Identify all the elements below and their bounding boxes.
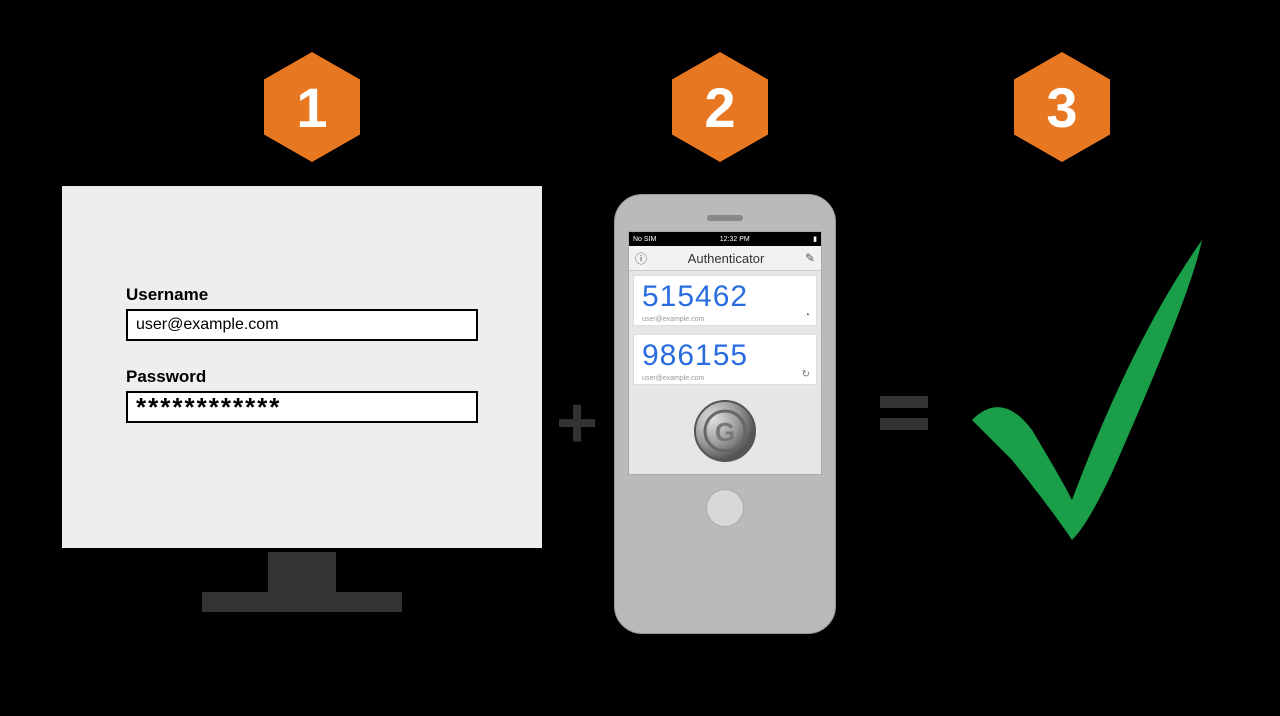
username-input[interactable]: user@example.com: [126, 309, 478, 341]
step-number: 1: [296, 75, 327, 140]
username-label: Username: [126, 285, 478, 305]
info-icon[interactable]: ⓘ: [635, 250, 647, 267]
username-value: user@example.com: [136, 316, 279, 334]
app-title: Authenticator: [647, 251, 805, 266]
phone: No SIM 12:32 PM ▮ ⓘ Authenticator ✎ 5154…: [614, 194, 836, 634]
auth-code: 515462: [642, 280, 808, 314]
step-badge-3: 3: [1014, 52, 1110, 162]
plus-operator: +: [556, 382, 598, 464]
auth-code: 986155: [642, 339, 808, 373]
password-input[interactable]: ************: [126, 391, 478, 423]
monitor-neck: [268, 552, 336, 592]
password-label: Password: [126, 367, 478, 387]
step-number: 3: [1046, 75, 1077, 140]
password-value: ************: [136, 394, 281, 420]
checkmark-icon: [952, 210, 1216, 550]
auth-code-card[interactable]: 515462 user@example.com ◔: [633, 275, 817, 326]
app-navbar: ⓘ Authenticator ✎: [629, 246, 821, 271]
equals-operator: [880, 386, 928, 440]
monitor: Username user@example.com Password *****…: [58, 182, 546, 690]
step-badge-1: 1: [264, 52, 360, 162]
monitor-base: [202, 592, 402, 612]
status-battery-icon: ▮: [813, 235, 817, 243]
phone-statusbar: No SIM 12:32 PM ▮: [629, 232, 821, 246]
refresh-icon: ↻: [802, 369, 810, 380]
phone-speaker: [707, 215, 743, 221]
auth-code-card[interactable]: 986155 user@example.com ↻: [633, 334, 817, 385]
logo-letter: G: [715, 417, 735, 447]
authenticator-logo: G: [693, 399, 757, 468]
status-time: 12:32 PM: [720, 236, 750, 243]
countdown-icon: ◔: [804, 310, 810, 321]
auth-account: user@example.com: [642, 375, 808, 382]
phone-home-button[interactable]: [706, 489, 744, 527]
auth-account: user@example.com: [642, 316, 808, 323]
edit-icon[interactable]: ✎: [805, 251, 815, 265]
step-badge-2: 2: [672, 52, 768, 162]
step-number: 2: [704, 75, 735, 140]
status-carrier: No SIM: [633, 236, 656, 243]
phone-screen: No SIM 12:32 PM ▮ ⓘ Authenticator ✎ 5154…: [628, 231, 822, 475]
monitor-screen: Username user@example.com Password *****…: [58, 182, 546, 552]
